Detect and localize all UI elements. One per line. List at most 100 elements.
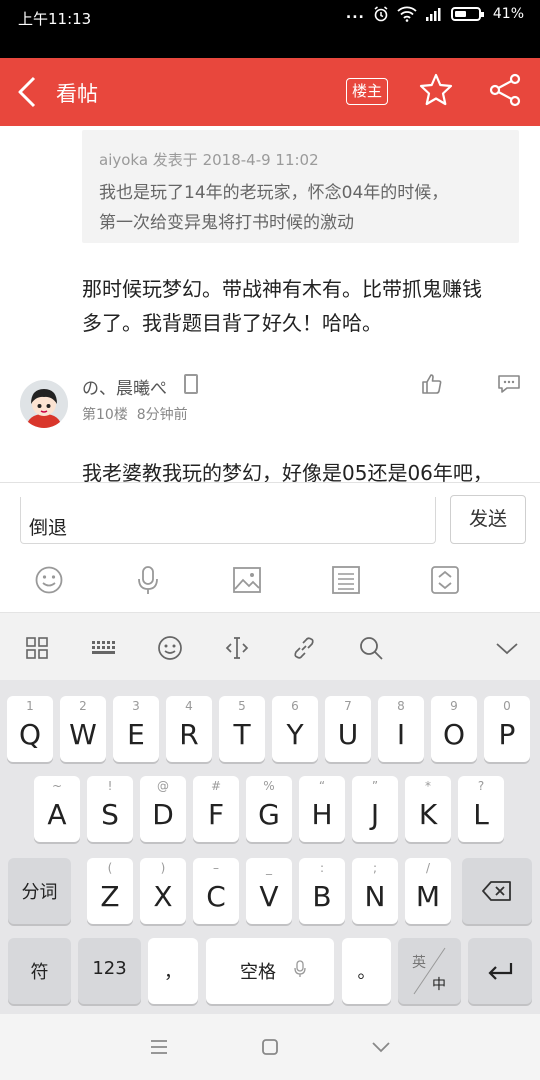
key-hint: !: [107, 779, 113, 793]
key-i[interactable]: 8I: [378, 696, 424, 762]
status-icons: ... 41%: [346, 6, 524, 22]
key-letter: Q: [18, 718, 42, 751]
space-key[interactable]: 空格: [206, 938, 334, 1004]
floor-number: 第10楼: [82, 407, 128, 423]
key-f[interactable]: # F: [193, 776, 239, 842]
cursor-move-icon[interactable]: [224, 635, 250, 661]
backspace-key[interactable]: [462, 858, 532, 924]
key-g[interactable]: % G: [246, 776, 292, 842]
star-icon[interactable]: [418, 72, 454, 108]
key-w[interactable]: 2W: [60, 696, 106, 762]
home-icon[interactable]: [259, 1036, 281, 1058]
key-letter: R: [179, 718, 199, 751]
key-c[interactable]: – C: [193, 858, 239, 924]
period-key[interactable]: 。: [342, 938, 391, 1004]
app-header: 看帖 楼主: [0, 58, 540, 126]
key-y[interactable]: 6Y: [272, 696, 318, 762]
emoji-icon[interactable]: [34, 565, 64, 595]
key-label: 符: [30, 962, 49, 983]
key-letter: D: [152, 798, 174, 831]
quote-line: 第一次给变异鬼将打书时候的激动: [99, 213, 354, 233]
status-bar: 上午11:13 ... 41%: [0, 0, 540, 58]
signal-icon: [425, 8, 441, 21]
comment-icon[interactable]: [497, 374, 521, 394]
key-letter: Z: [100, 880, 120, 913]
key-k[interactable]: * K: [405, 776, 451, 842]
status-time: 上午11:13: [18, 10, 92, 28]
post-body: 那时候玩梦幻。带战神有木有。比带抓鬼赚钱 多了。我背题目背了好久！哈哈。: [82, 272, 522, 340]
image-icon[interactable]: [232, 565, 262, 595]
key-o[interactable]: 9O: [431, 696, 477, 762]
key-b[interactable]: :B: [299, 858, 345, 924]
key-p[interactable]: 0P: [484, 696, 530, 762]
comma-key[interactable]: ，: [148, 938, 198, 1004]
language-switch-key[interactable]: 英 中: [398, 938, 461, 1004]
key-hint: *: [425, 779, 431, 793]
menu-icon[interactable]: [148, 1036, 170, 1058]
key-hint: ;: [372, 861, 378, 875]
key-letter: V: [259, 880, 279, 913]
key-a[interactable]: ~ A: [34, 776, 80, 842]
key-hint: %: [263, 779, 275, 793]
key-u[interactable]: 7U: [325, 696, 371, 762]
key-letter: I: [396, 718, 406, 751]
key-hint: /: [425, 861, 431, 875]
microphone-icon: [294, 960, 306, 977]
key-letter: Y: [286, 718, 304, 751]
key-l[interactable]: ? L: [458, 776, 504, 842]
key-hint: ?: [477, 779, 485, 793]
quote-text: 我也是玩了14年的老玩家，怀念04年的时候， 第一次给变异鬼将打书时候的激动: [99, 178, 509, 238]
key-h[interactable]: “H: [299, 776, 345, 842]
back-icon[interactable]: [370, 1036, 392, 1058]
expand-collapse-icon[interactable]: [430, 565, 460, 595]
grid-menu-icon[interactable]: [24, 635, 50, 661]
key-label: ，: [164, 962, 182, 983]
key-x[interactable]: ) X: [140, 858, 186, 924]
post-line: 多了。我背题目背了好久！哈哈。: [82, 311, 382, 335]
key-n[interactable]: ; N: [352, 858, 398, 924]
like-icon[interactable]: [420, 372, 444, 396]
wifi-icon: [397, 6, 417, 22]
chevron-down-icon[interactable]: [494, 635, 520, 661]
owner-only-button[interactable]: 楼主: [346, 78, 388, 105]
key-j[interactable]: ” J: [352, 776, 398, 842]
emoji-icon[interactable]: [157, 635, 183, 661]
link-icon[interactable]: [291, 635, 317, 661]
share-icon[interactable]: [488, 72, 522, 108]
segment-key[interactable]: 分词: [8, 858, 71, 924]
key-label: 分词: [21, 882, 58, 903]
key-e[interactable]: 3E: [113, 696, 159, 762]
send-button[interactable]: 发送: [450, 495, 526, 544]
keyboard-icon[interactable]: [90, 635, 116, 661]
key-letter: P: [498, 718, 516, 751]
microphone-icon[interactable]: [133, 565, 163, 595]
symbol-key[interactable]: 符: [8, 938, 71, 1004]
key-hint: #: [210, 779, 222, 793]
search-icon[interactable]: [358, 635, 384, 661]
soft-keyboard: 1Q2W3E4R5T6Y7U8I9O0P ~ A! S @ D # F% G “H” J * K? L …: [0, 680, 540, 1014]
author-name[interactable]: の、晨曦ぺ: [82, 374, 167, 399]
key-m[interactable]: / M: [405, 858, 451, 924]
key-d[interactable]: @ D: [140, 776, 186, 842]
key-t[interactable]: 5T: [219, 696, 265, 762]
post-time: 8分钟前: [136, 407, 188, 423]
back-arrow-icon[interactable]: [14, 74, 44, 110]
key-z[interactable]: (Z: [87, 858, 133, 924]
avatar[interactable]: [20, 380, 68, 428]
page-title: 看帖: [56, 82, 98, 106]
key-r[interactable]: 4R: [166, 696, 212, 762]
key-label: 123: [92, 958, 127, 979]
key-v[interactable]: _ V: [246, 858, 292, 924]
key-hint: 3: [132, 699, 140, 713]
enter-icon: [488, 963, 513, 980]
key-q[interactable]: 1Q: [7, 696, 53, 762]
divider-line: [413, 947, 446, 995]
document-icon[interactable]: [331, 565, 361, 595]
key-letter: B: [312, 880, 332, 913]
enter-key[interactable]: [468, 938, 532, 1004]
key-s[interactable]: ! S: [87, 776, 133, 842]
post-line: 我老婆教我玩的梦幻，好像是05还是06年吧，: [82, 461, 493, 482]
numbers-key[interactable]: 123: [78, 938, 141, 1004]
reply-input[interactable]: [20, 497, 436, 544]
quoted-post: aiyoka 发表于 2018-4-9 11:02 我也是玩了14年的老玩家，怀…: [82, 130, 519, 243]
